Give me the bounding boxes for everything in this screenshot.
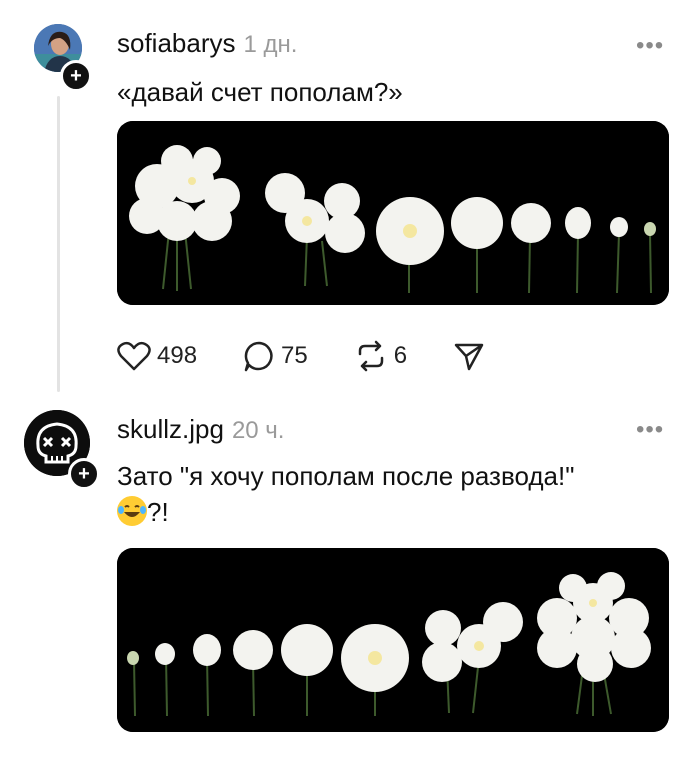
post-image[interactable] [117,121,669,305]
post-time: 20 ч. [231,417,285,444]
comment-count: 75 [281,342,308,369]
like-count: 498 [157,342,198,369]
username[interactable]: skullz.jpg [117,414,224,445]
send-icon [454,343,484,371]
post-text: Зато "я хочу пополам после развода!" ?! [117,458,677,530]
follow-plus-button[interactable]: + [60,60,92,92]
laughing-tears-emoji-icon [117,496,147,526]
thread-connector-line [57,96,60,392]
more-options-icon[interactable]: ••• [636,32,664,60]
repost-button[interactable]: 6 [354,340,407,372]
more-options-icon[interactable]: ••• [636,416,664,444]
post-time: 1 дн. [243,31,298,58]
post-actions: 498 75 6 [117,340,531,372]
post-text-suffix: ?! [147,497,169,527]
username[interactable]: sofiabarys [117,28,236,59]
follow-plus-button[interactable]: + [68,458,100,490]
heart-icon [117,341,151,371]
like-button[interactable]: 498 [117,341,197,371]
post-text-line1: Зато "я хочу пополам после развода!" [117,461,575,491]
comment-button[interactable]: 75 [243,340,308,372]
repost-count: 6 [393,342,408,369]
post-text: «давай счет пополам?» [117,77,403,107]
avatar-container[interactable]: + [24,410,100,490]
avatar-container[interactable]: + [34,24,92,92]
share-button[interactable] [453,341,485,371]
post-image[interactable] [117,548,669,732]
post-text-line2: ?! [117,494,677,530]
comment-bubble-icon [244,341,273,372]
repost-icon [358,340,383,372]
